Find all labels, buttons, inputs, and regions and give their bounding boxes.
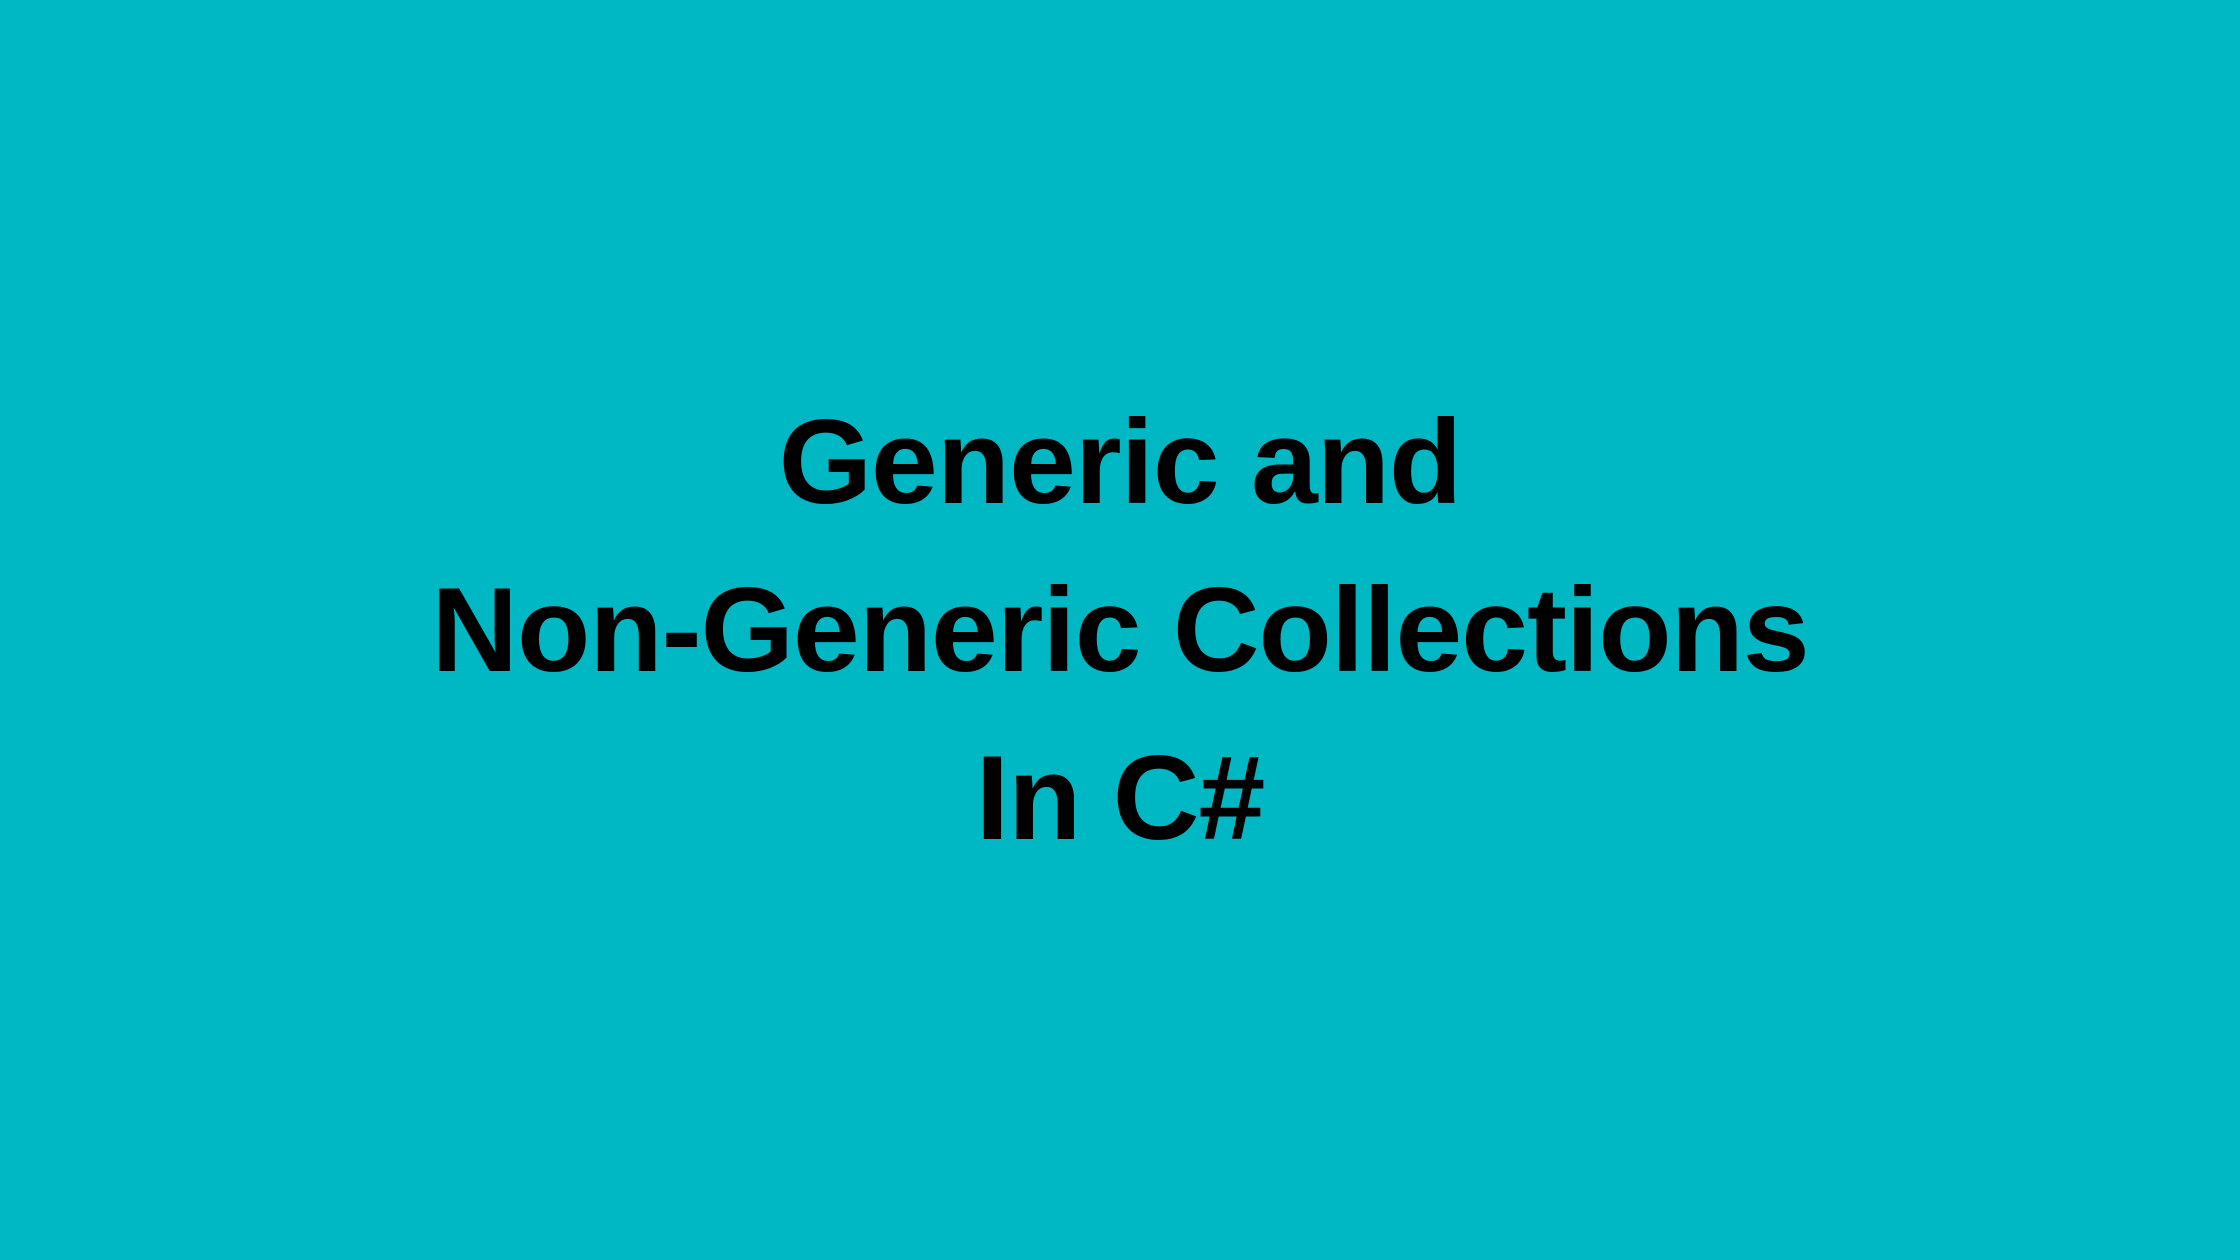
slide-title: Generic and Non-Generic Collections In C…	[431, 378, 1808, 882]
title-line-3: In C#	[431, 714, 1808, 882]
title-line-2: Non-Generic Collections	[431, 546, 1808, 714]
title-line-1: Generic and	[431, 378, 1808, 546]
